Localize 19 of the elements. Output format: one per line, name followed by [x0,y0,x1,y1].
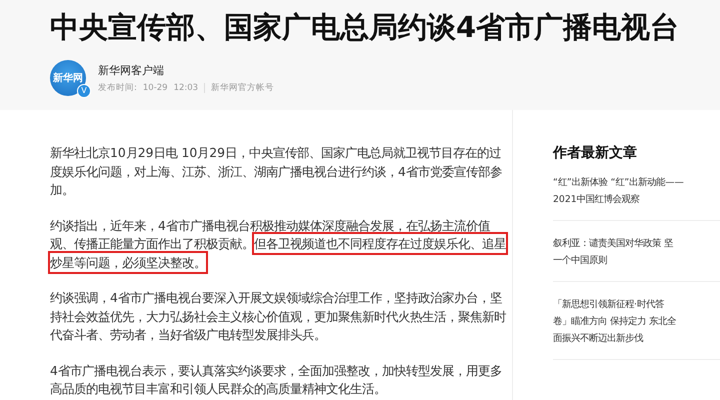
published-label: 发布时间: [98,82,137,94]
article-link-line[interactable]: 卷」瞄准方向 保持定力 东北全 [553,313,676,330]
article-paragraph: 约谈强调，4省市广播电视台要深入开展文娱领域综合治理工作，坚持政治家办台，坚持社会效益优先，大力弘扬社会主义核心价值观，更加聚焦新时代火热生活，聚焦新时代奋斗者、劳动者，当好省级广电转型发展排头兵。 [50,289,507,344]
publish-time: 12:03 [174,82,198,92]
article-paragraph: 约谈指出，近年来，4省市广播电视台积极推动媒体深度融合发展，在弘扬主流价值观、传播正能量方面作出了积极贡献。但各卫视频道也不同程度存在过度娱乐化、追星炒星等问题，必须坚决整改。 [50,216,512,272]
article-link-line[interactable]: 面振兴不断迈出新步伐 [553,330,643,347]
publish-date: 10-29 [142,82,168,92]
account-type: 新华网官方帐号 [211,82,274,94]
article-link-line[interactable]: “红”出新体验 “红”出新动能—— [553,174,684,191]
article-link-line[interactable]: 「新思想引领新征程·时代答 [553,296,664,313]
article-paragraph: 4省市广播电视台表示，要认真落实约谈要求，全面加强整改，加快转型发展，用更多高品质的电视节目丰富和引领人民群众的高质量精神文化生活。 [50,362,503,398]
author-name[interactable]: 新华网客户端 [98,62,274,78]
article-link-line[interactable]: 2021中国红博会观察 [553,191,640,208]
article-link-line[interactable]: 叙利亚：谴责美国对华政策 坚 [553,235,673,252]
sidebar-heading: 作者最新文章 [553,144,638,162]
headline: 中央宣传部、国家广电总局约谈4省市广播电视台 [50,9,680,46]
verified-badge: V [77,84,91,98]
article-paragraph: 新华社北京10月29日电 10月29日，中央宣传部、国家广电总局就卫视节目存在的过度娱乐化问题，对上海、江苏、浙江、湖南广播电视台进行约谈，4省市党委宣传部参加。 [50,144,503,199]
article-link-line[interactable]: 一个中国原则 [553,252,607,269]
